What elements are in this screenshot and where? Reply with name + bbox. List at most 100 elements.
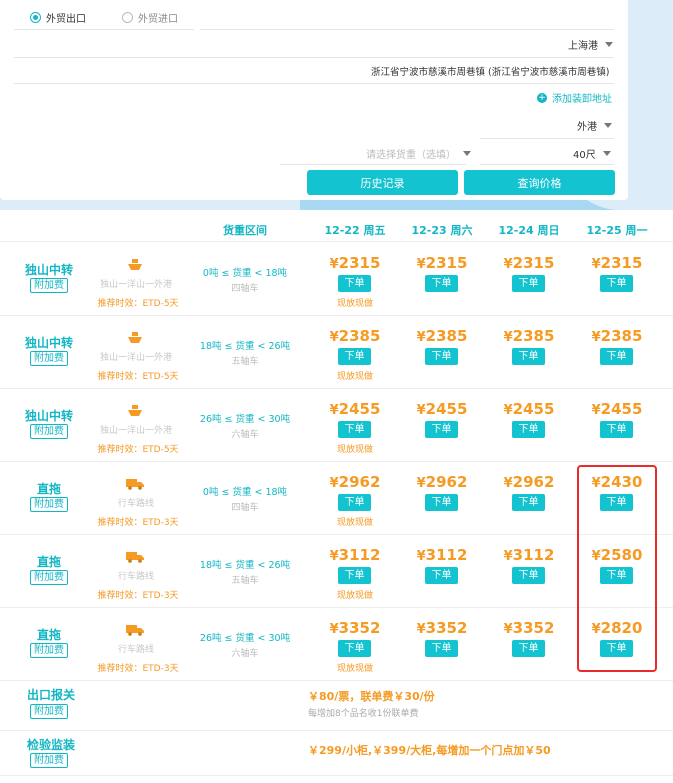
- order-button[interactable]: 下单: [425, 348, 458, 365]
- price-cell: ¥2315: [489, 254, 569, 272]
- price-cell: ¥2385: [577, 327, 657, 345]
- ship-icon: [128, 259, 142, 274]
- route-path[interactable]: 独山一洋山一外港: [86, 277, 186, 290]
- eta-text: 推荐时效：ETD-5天: [97, 299, 179, 309]
- order-button[interactable]: 下单: [425, 494, 458, 511]
- query-price-button[interactable]: 查询价格: [464, 170, 615, 195]
- inspection-label: 检验监装: [26, 738, 75, 752]
- additional-fee-badge[interactable]: 附加费: [30, 351, 68, 366]
- currency-symbol: ¥: [329, 257, 339, 272]
- price-value: 2385: [600, 327, 643, 345]
- order-button[interactable]: 下单: [512, 275, 545, 292]
- route-name: 独山中转: [24, 263, 73, 277]
- order-button[interactable]: 下单: [600, 275, 633, 292]
- extra-customs-row: 出口报关 附加费 ￥80/票，联单费￥30/份 每增加8个品名收1份联单费: [0, 681, 673, 731]
- order-button[interactable]: 下单: [425, 640, 458, 657]
- add-address-label: 添加装卸地址: [552, 94, 612, 105]
- weight-range: 0吨 ≤ 货重 < 18吨: [202, 487, 288, 498]
- history-button[interactable]: 历史记录: [307, 170, 458, 195]
- address-field[interactable]: 浙江省宁波市慈溪市周巷镇 (浙江省宁波市慈溪市周巷镇): [371, 64, 609, 78]
- port-select-value: 上海港: [568, 41, 598, 52]
- order-button[interactable]: 下单: [338, 421, 371, 438]
- price-cell: ¥3352: [402, 619, 482, 637]
- currency-symbol: ¥: [503, 476, 513, 491]
- order-button[interactable]: 下单: [512, 348, 545, 365]
- table-row: 直拖 附加费 行车路线 推荐时效：ETD-3天 26吨 ≤ 货重 < 30吨 六轴车 ¥33…: [0, 608, 673, 681]
- order-button[interactable]: 下单: [425, 567, 458, 584]
- port-type-select[interactable]: 外港: [577, 118, 612, 133]
- axle-type: 五轴车: [231, 576, 259, 586]
- additional-fee-badge[interactable]: 附加费: [30, 278, 68, 293]
- price-value: 2455: [425, 400, 468, 418]
- eta-text: 推荐时效：ETD-3天: [97, 591, 179, 601]
- chevron-down-icon: [604, 123, 612, 128]
- order-button[interactable]: 下单: [512, 421, 545, 438]
- price-cell: ¥2315: [577, 254, 657, 272]
- order-button[interactable]: 下单: [338, 567, 371, 584]
- weight-select[interactable]: 请选择货重（选填）: [366, 146, 471, 161]
- price-value: 2962: [512, 473, 555, 491]
- axle-type: 六轴车: [231, 649, 259, 659]
- currency-symbol: ¥: [416, 622, 426, 637]
- route-path[interactable]: 行车路线: [86, 642, 186, 655]
- axle-type: 五轴车: [231, 357, 259, 367]
- currency-symbol: ¥: [416, 257, 426, 272]
- price-cell: ¥2962: [489, 473, 569, 491]
- price-value: 2455: [512, 400, 555, 418]
- price-cell: ¥2962: [315, 473, 395, 491]
- plus-icon: +: [537, 92, 547, 103]
- price-value: 2315: [512, 254, 555, 272]
- additional-fee-badge[interactable]: 附加费: [30, 497, 68, 512]
- port-type-value: 外港: [577, 122, 597, 133]
- currency-symbol: ¥: [329, 403, 339, 418]
- order-button[interactable]: 下单: [512, 640, 545, 657]
- order-button[interactable]: 下单: [512, 494, 545, 511]
- price-value: 3352: [338, 619, 381, 637]
- order-button[interactable]: 下单: [600, 421, 633, 438]
- order-button[interactable]: 下单: [512, 567, 545, 584]
- additional-fee-badge[interactable]: 附加费: [30, 570, 68, 585]
- order-button[interactable]: 下单: [338, 640, 371, 657]
- table-row: 独山中转 附加费 独山一洋山一外港 推荐时效：ETD-5天 0吨 ≤ 货重 < 18吨四…: [0, 243, 673, 316]
- customs-text: ￥80/票，联单费￥30/份: [308, 690, 435, 703]
- route-path[interactable]: 独山一洋山一外港: [86, 350, 186, 363]
- inspection-fee-badge[interactable]: 附加费: [30, 753, 68, 768]
- cash-label: 现放现做: [336, 445, 373, 455]
- route-path[interactable]: 行车路线: [86, 496, 186, 509]
- price-cell: ¥3112: [402, 546, 482, 564]
- route-path[interactable]: 行车路线: [86, 569, 186, 582]
- container-select[interactable]: 40尺: [573, 146, 611, 161]
- route-name: 直拖: [36, 482, 61, 496]
- order-button[interactable]: 下单: [600, 348, 633, 365]
- radio-export[interactable]: 外贸出口: [30, 10, 86, 25]
- price-value: 2962: [338, 473, 381, 491]
- additional-fee-badge[interactable]: 附加费: [30, 424, 68, 439]
- currency-symbol: ¥: [591, 403, 601, 418]
- port-select[interactable]: 上海港: [568, 37, 613, 52]
- cash-label: 现放现做: [336, 372, 373, 382]
- route-path[interactable]: 独山一洋山一外港: [86, 423, 186, 436]
- eta-text: 推荐时效：ETD-5天: [97, 445, 179, 455]
- route-name: 独山中转: [24, 409, 73, 423]
- price-value: 3112: [512, 546, 555, 564]
- order-button[interactable]: 下单: [338, 348, 371, 365]
- weight-select-placeholder: 请选择货重（选填）: [366, 150, 456, 161]
- radio-import[interactable]: 外贸进口: [122, 10, 178, 25]
- chevron-down-icon: [463, 151, 471, 156]
- order-button[interactable]: 下单: [425, 275, 458, 292]
- customs-fee-badge[interactable]: 附加费: [30, 704, 68, 719]
- additional-fee-badge[interactable]: 附加费: [30, 643, 68, 658]
- order-button[interactable]: 下单: [425, 421, 458, 438]
- weight-range: 18吨 ≤ 货重 < 26吨: [199, 341, 291, 352]
- order-button[interactable]: 下单: [338, 494, 371, 511]
- currency-symbol: ¥: [503, 257, 513, 272]
- eta-text: 推荐时效：ETD-3天: [97, 664, 179, 674]
- truck-icon: [126, 624, 144, 639]
- price-cell: ¥2455: [402, 400, 482, 418]
- price-cell: ¥2315: [315, 254, 395, 272]
- highlight-box: [577, 465, 657, 672]
- eta-text: 推荐时效：ETD-5天: [97, 372, 179, 382]
- extra-inspection-row: 检验监装 附加费 ￥299/小柜,￥399/大柜,每增加一个门点加￥50: [0, 731, 673, 776]
- add-address-link[interactable]: + 添加装卸地址: [537, 90, 612, 105]
- order-button[interactable]: 下单: [338, 275, 371, 292]
